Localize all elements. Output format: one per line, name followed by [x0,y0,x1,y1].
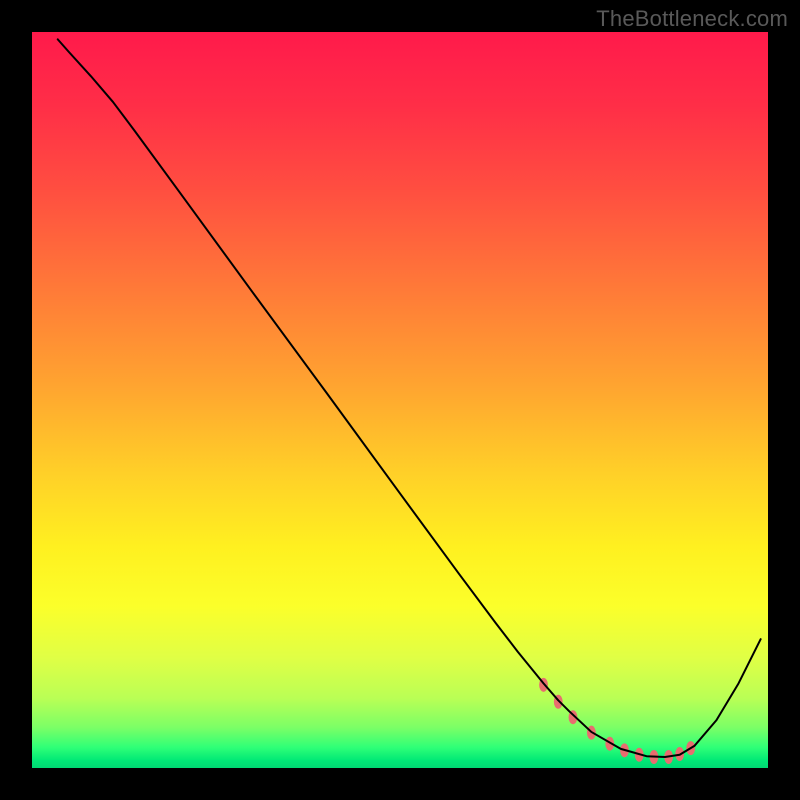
chart-frame: TheBottleneck.com [0,0,800,800]
watermark-text: TheBottleneck.com [596,6,788,32]
bottleneck-chart [0,0,800,800]
